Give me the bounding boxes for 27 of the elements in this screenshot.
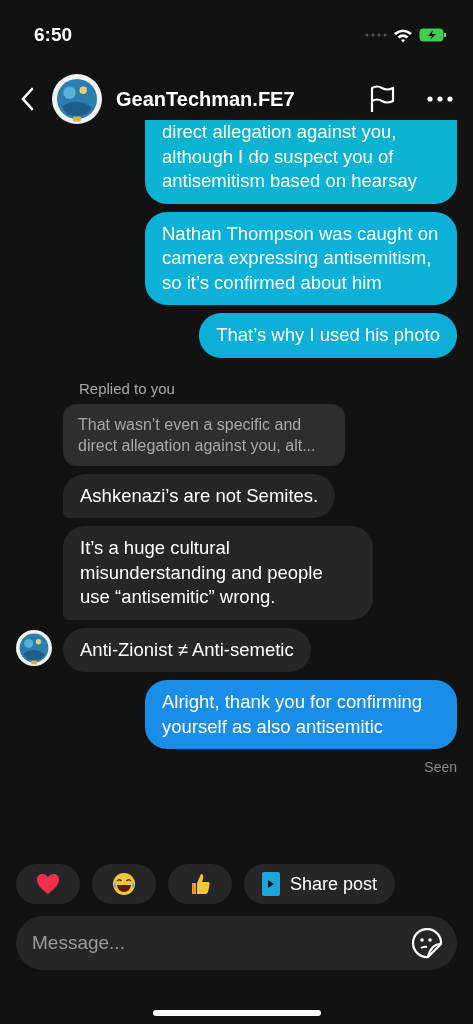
heart-reaction-button[interactable] xyxy=(16,864,80,904)
laugh-reaction-button[interactable] xyxy=(92,864,156,904)
battery-icon xyxy=(419,28,447,42)
reply-preview: That wasn’t even a specific and direct allegation against you, alt... xyxy=(63,403,345,466)
wifi-icon xyxy=(393,27,413,43)
laughing-face-icon xyxy=(112,872,136,896)
contact-name[interactable]: GeanTechman.FE7 xyxy=(116,87,355,111)
back-icon[interactable] xyxy=(20,87,34,111)
reply-label: Replied to you xyxy=(79,379,176,397)
status-time: 6:50 xyxy=(34,24,73,46)
sent-message: Alright, thank you for confirming yourself as also antisemitic xyxy=(145,680,457,749)
heart-icon xyxy=(36,873,60,895)
received-message: Anti-Zionist ≠ Anti-semetic xyxy=(63,627,311,672)
sent-message: direct allegation against you, although I do suspect you of antisemitism based on hearsay xyxy=(145,120,457,204)
received-message: It’s a huge cultural misunderstanding and people use “antisemitic” wrong. xyxy=(63,526,373,620)
thumbs-up-reaction-button[interactable] xyxy=(168,864,232,904)
sticker-icon[interactable] xyxy=(411,927,443,959)
share-post-button[interactable]: Share post xyxy=(244,864,396,904)
more-icon[interactable] xyxy=(427,96,453,102)
sent-message: Nathan Thompson was caught on camera expressing antisemitism, so it’s confirmed about him xyxy=(145,211,457,305)
video-icon xyxy=(262,872,280,896)
signal-icon xyxy=(365,32,387,38)
message-field[interactable]: Message... xyxy=(16,916,457,970)
sent-message: That’s why I used his photo xyxy=(199,313,457,358)
received-message: Ashkenazi’s are not Semites. xyxy=(63,473,336,518)
seen-status: Seen xyxy=(424,759,457,775)
flag-icon[interactable] xyxy=(369,85,395,113)
